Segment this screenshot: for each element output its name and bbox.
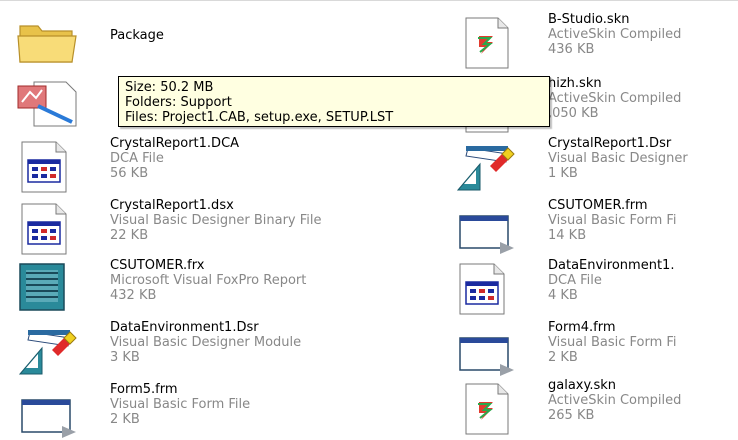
folder-icon: [16, 16, 80, 70]
file-item-galaxy[interactable]: galaxy.skn ActiveSkin Compiled 265 KB: [454, 378, 738, 436]
top-divider: [0, 0, 738, 1]
file-size: 14 KB: [548, 228, 587, 243]
file-item-crystalreport1-dsx[interactable]: CrystalReport1.dsx Visual Basic Designer…: [16, 198, 336, 256]
file-item-crystalreport1-dca[interactable]: CrystalReport1.DCA DCA File 56 KB: [16, 136, 336, 194]
file-item-csutomer-frx[interactable]: CSUTOMER.frx Microsoft Visual FoxPro Rep…: [16, 258, 336, 316]
file-name: CrystalReport1.Dsr: [548, 136, 672, 151]
file-name: Package: [110, 28, 164, 43]
file-type: Visual Basic Form File: [110, 397, 251, 412]
file-name: CrystalReport1.DCA: [110, 136, 240, 151]
file-size: 3 KB: [110, 350, 140, 365]
file-name: CrystalReport1.dsx: [110, 198, 234, 213]
activeskin-file-icon: [454, 16, 518, 70]
vb-form-icon: [454, 324, 518, 378]
file-size: 22 KB: [110, 228, 149, 243]
file-name: Form4.frm: [548, 320, 616, 335]
file-size: 432 KB: [110, 288, 157, 303]
file-item-form4-frm[interactable]: Form4.frm Visual Basic Form Fi 2 KB: [454, 320, 738, 378]
file-name: B-Studio.skn: [548, 12, 630, 27]
vb-form-icon: [16, 386, 80, 440]
file-type: Visual Basic Form Fi: [548, 213, 677, 228]
file-size: 4 KB: [548, 288, 578, 303]
info-tooltip: Size: 50.2 MB Folders: Support Files: Pr…: [118, 76, 550, 127]
file-name: DataEnvironment1.Dsr: [110, 320, 259, 335]
file-size: 2 KB: [548, 350, 578, 365]
file-name: hizh.skn: [548, 76, 602, 91]
file-item-crystalreport1-dsr[interactable]: CrystalReport1.Dsr Visual Basic Designer…: [454, 136, 738, 194]
file-size: 56 KB: [110, 166, 149, 181]
file-type: Microsoft Visual FoxPro Report: [110, 273, 307, 288]
file-type: Visual Basic Designer Module: [110, 335, 302, 350]
dca-file-icon: [454, 262, 518, 316]
file-type: DCA File: [548, 273, 602, 288]
file-type: ActiveSkin Compiled: [548, 393, 682, 408]
file-name: galaxy.skn: [548, 378, 617, 393]
file-item-form5-frm[interactable]: Form5.frm Visual Basic Form File 2 KB: [16, 382, 336, 440]
file-size: 265 KB: [548, 408, 595, 423]
file-size: 1 KB: [548, 166, 578, 181]
file-size: 2 KB: [110, 412, 140, 427]
file-item-dataenvironment1-dsr[interactable]: DataEnvironment1.Dsr Visual Basic Design…: [16, 320, 336, 378]
vb-form-icon: [454, 202, 518, 256]
tooltip-files-line: Files: Project1.CAB, setup.exe, SETUP.LS…: [125, 110, 394, 125]
tooltip-folders-line: Folders: Support: [125, 95, 232, 110]
file-type: Visual Basic Designer: [548, 151, 688, 166]
file-name: CSUTOMER.frx: [110, 258, 205, 273]
file-size: 436 KB: [548, 42, 595, 57]
file-name: CSUTOMER.frm: [548, 198, 648, 213]
dca-file-icon: [16, 202, 80, 256]
file-type: ActiveSkin Compiled: [548, 27, 682, 42]
dca-file-icon: [16, 140, 80, 194]
file-type: DCA File: [110, 151, 164, 166]
file-type: Visual Basic Form Fi: [548, 335, 677, 350]
file-type: Visual Basic Designer Binary File: [110, 213, 322, 228]
file-name: Form5.frm: [110, 382, 178, 397]
file-type: ActiveSkin Compiled: [548, 91, 682, 106]
file-item-package[interactable]: Package: [16, 12, 336, 70]
file-item-csutomer-frm[interactable]: CSUTOMER.frm Visual Basic Form Fi 14 KB: [454, 198, 738, 256]
activeskin-file-icon: [454, 382, 518, 436]
setup-package-icon: [16, 76, 80, 130]
file-name: DataEnvironment1.: [548, 258, 675, 273]
file-item-b-studio[interactable]: B-Studio.skn ActiveSkin Compiled 436 KB: [454, 12, 738, 70]
vb-designer-icon: [16, 324, 80, 378]
vb-designer-icon: [454, 140, 518, 194]
tooltip-size-line: Size: 50.2 MB: [125, 80, 214, 95]
file-item-dataenvironment1-dca[interactable]: DataEnvironment1. DCA File 4 KB: [454, 258, 738, 316]
foxpro-report-icon: [16, 262, 80, 316]
file-size: ,050 KB: [548, 106, 599, 121]
